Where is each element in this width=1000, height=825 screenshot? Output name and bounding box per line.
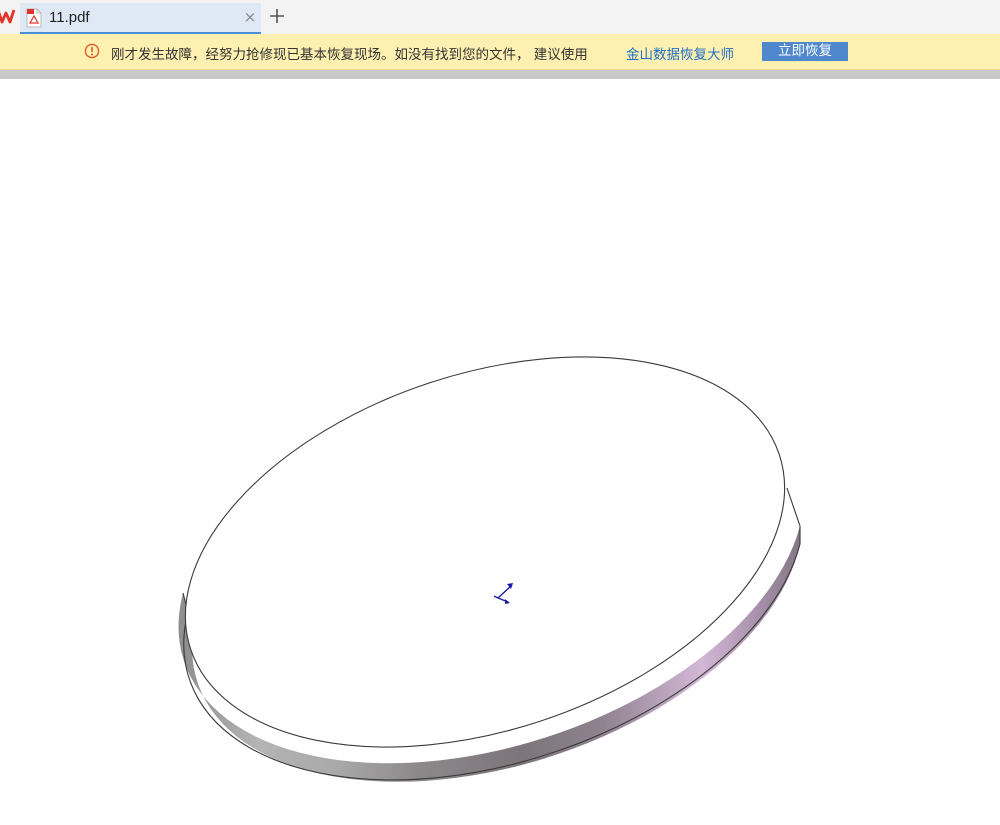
pdf-file-icon <box>26 8 42 28</box>
cad-disk-drawing <box>178 356 801 782</box>
close-icon[interactable]: × <box>243 10 257 25</box>
recovery-notice-bar: 刚才发生故障，经努力抢修现已基本恢复现场。如没有找到您的文件， 建议使用 金山数… <box>0 34 1000 70</box>
document-viewport[interactable] <box>0 79 1000 825</box>
notice-message: 刚才发生故障，经努力抢修现已基本恢复现场。如没有找到您的文件， 建议使用 <box>111 47 588 63</box>
tab-bar: 11.pdf × <box>0 0 1000 34</box>
plus-icon[interactable] <box>268 7 286 25</box>
recovery-tool-link[interactable]: 金山数据恢复大师 <box>626 43 734 63</box>
tab-label: 11.pdf <box>49 9 90 26</box>
toolbar-divider <box>0 70 1000 79</box>
restore-now-button[interactable]: 立即恢复 <box>762 42 848 61</box>
warning-circle-icon <box>84 43 100 59</box>
wps-logo-icon[interactable] <box>0 6 16 26</box>
tab-11-pdf[interactable]: 11.pdf × <box>20 3 261 34</box>
